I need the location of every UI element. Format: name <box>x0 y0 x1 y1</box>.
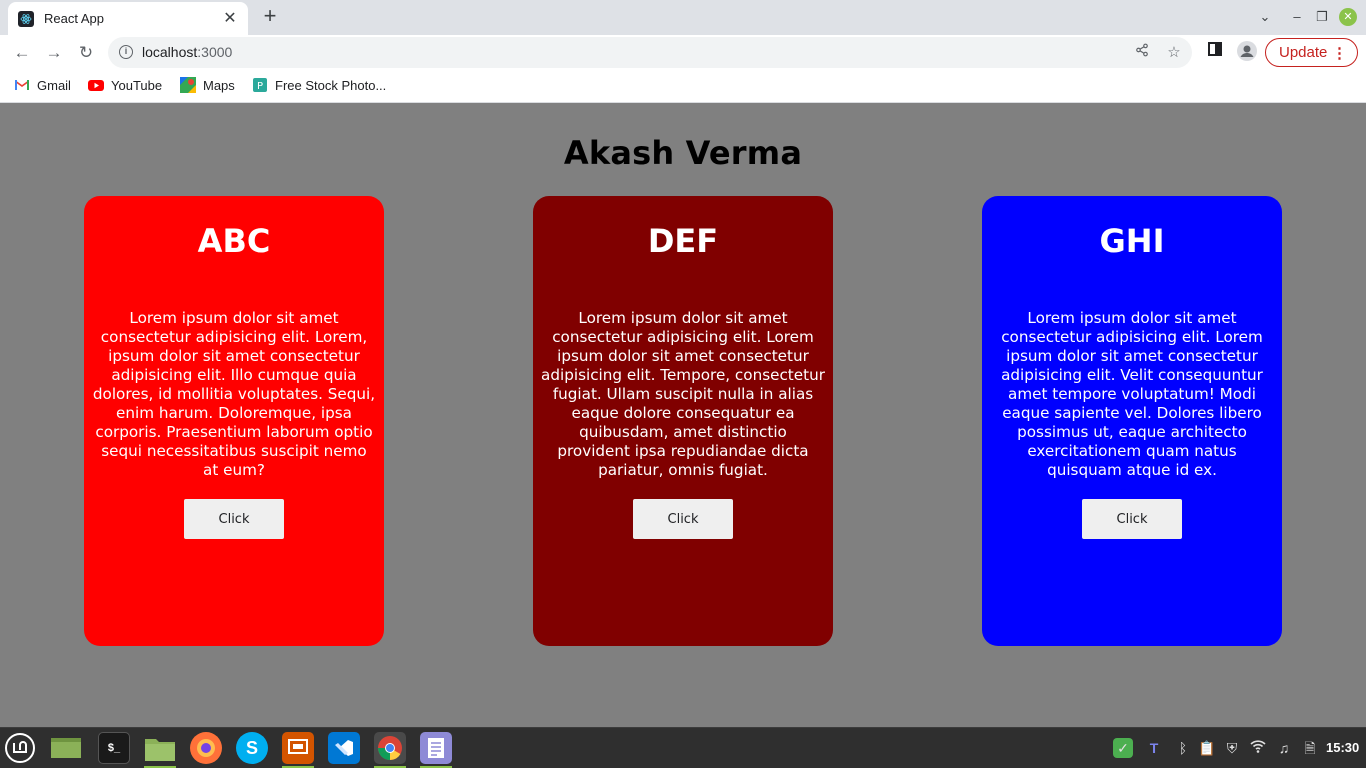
card-click-button[interactable]: Click <box>1082 499 1182 539</box>
gmail-icon <box>14 77 30 93</box>
card-title: GHI <box>1099 222 1165 260</box>
browser-toolbar: ← → ↻ i localhost:3000 ☆ Update ⋮ <box>0 35 1366 70</box>
svg-text:P: P <box>257 81 263 92</box>
card-def: DEF Lorem ipsum dolor sit amet consectet… <box>533 196 833 646</box>
profile-avatar-icon[interactable] <box>1236 41 1258 63</box>
bookmark-maps[interactable]: Maps <box>180 77 235 93</box>
wifi-icon[interactable] <box>1248 738 1268 758</box>
youtube-icon <box>88 77 104 93</box>
card-abc: ABC Lorem ipsum dolor sit amet consectet… <box>84 196 384 646</box>
taskbar: $_ S ✓ T ᛒ 📋 ⛨ ♫ 🗎 15:30 <box>0 727 1366 768</box>
clock[interactable]: 15:30 <box>1326 740 1359 755</box>
tab-react-app[interactable]: React App ✕ <box>8 2 248 35</box>
stock-photo-icon: P <box>252 77 268 93</box>
firefox-icon[interactable] <box>190 732 222 764</box>
tab-close-icon[interactable]: ✕ <box>222 10 238 27</box>
bookmark-label: YouTube <box>111 77 163 93</box>
url-text: localhost:3000 <box>142 44 233 60</box>
side-panel-icon[interactable] <box>1204 41 1226 63</box>
clipboard-icon[interactable]: 📋 <box>1197 738 1217 758</box>
bookmark-star-icon[interactable]: ☆ <box>1165 43 1183 61</box>
teams-icon[interactable]: T <box>1144 738 1164 758</box>
bookmark-youtube[interactable]: YouTube <box>88 77 162 93</box>
desktop-icon[interactable] <box>50 732 82 764</box>
card-text: Lorem ipsum dolor sit amet consectetur a… <box>92 309 376 479</box>
site-info-icon[interactable]: i <box>119 45 133 59</box>
bluetooth-icon[interactable]: ᛒ <box>1173 738 1193 758</box>
page-title: Akash Verma <box>563 134 803 172</box>
card-title: ABC <box>197 222 271 260</box>
card-text: Lorem ipsum dolor sit amet consectetur a… <box>541 309 825 479</box>
card-title: DEF <box>647 222 719 260</box>
update-button[interactable]: Update ⋮ <box>1265 38 1358 67</box>
battery-icon[interactable]: 🗎 <box>1300 738 1320 758</box>
minimize-icon[interactable]: – <box>1288 8 1306 26</box>
share-icon[interactable] <box>1133 43 1151 61</box>
tab-strip: React App ✕ + ⌄ – ❐ ✕ <box>0 0 1366 35</box>
skype-icon[interactable]: S <box>236 732 268 764</box>
new-tab-button[interactable]: + <box>258 5 282 29</box>
bookmarks-bar: Gmail YouTube Maps P Free Stock Photo... <box>0 70 1366 103</box>
text-editor-icon[interactable] <box>420 732 452 768</box>
shield-icon[interactable]: ⛨ <box>1222 738 1242 758</box>
close-window-icon[interactable]: ✕ <box>1339 8 1357 26</box>
bookmark-label: Gmail <box>37 77 71 93</box>
page-viewport: Akash Verma ABC Lorem ipsum dolor sit am… <box>0 104 1366 727</box>
sound-icon[interactable]: ♫ <box>1274 738 1294 758</box>
forward-icon[interactable]: → <box>42 41 66 65</box>
back-icon[interactable]: ← <box>10 41 34 65</box>
files-icon[interactable] <box>144 732 176 768</box>
terminal-icon[interactable]: $_ <box>98 732 130 764</box>
card-ghi: GHI Lorem ipsum dolor sit amet consectet… <box>982 196 1282 646</box>
maps-icon <box>180 77 196 93</box>
bookmark-free-stock-photos[interactable]: P Free Stock Photo... <box>252 77 386 93</box>
chrome-menu-icon[interactable]: ⋮ <box>1332 44 1347 62</box>
chrome-icon[interactable] <box>374 732 406 768</box>
bookmark-label: Maps <box>203 77 235 93</box>
card-click-button[interactable]: Click <box>184 499 284 539</box>
vscode-icon[interactable] <box>328 732 360 764</box>
card-text: Lorem ipsum dolor sit amet consectetur a… <box>1001 309 1263 479</box>
bookmark-gmail[interactable]: Gmail <box>14 77 71 93</box>
tab-title: React App <box>44 11 104 26</box>
update-label: Update <box>1279 44 1328 61</box>
slides-icon[interactable] <box>282 732 314 768</box>
update-manager-icon[interactable]: ✓ <box>1113 738 1133 758</box>
bookmark-label: Free Stock Photo... <box>275 77 387 93</box>
reload-icon[interactable]: ↻ <box>74 41 98 65</box>
address-bar[interactable]: i localhost:3000 ☆ <box>108 37 1192 68</box>
react-favicon-icon <box>18 10 34 27</box>
tab-search-icon[interactable]: ⌄ <box>1256 8 1274 26</box>
maximize-icon[interactable]: ❐ <box>1313 8 1331 26</box>
card-click-button[interactable]: Click <box>633 499 733 539</box>
mint-menu-icon[interactable] <box>4 732 36 764</box>
